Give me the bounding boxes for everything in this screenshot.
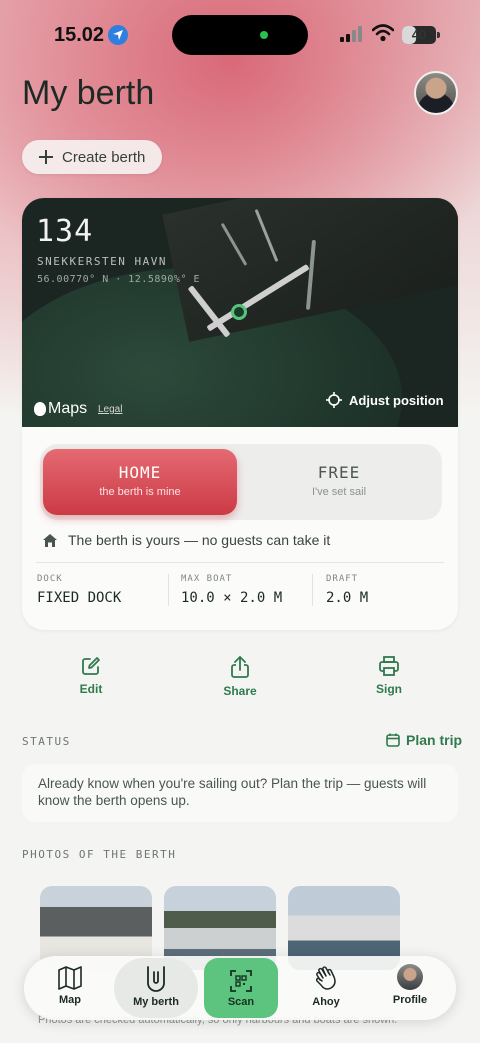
battery-level: 40 [411, 27, 427, 42]
crosshair-icon [326, 392, 342, 408]
map-icon [58, 966, 82, 990]
spec-max-boat-value: 10.0 × 2.0 M [181, 590, 283, 606]
maps-label: Maps [48, 400, 88, 417]
edit-label: Edit [79, 682, 103, 696]
spec-divider [168, 574, 169, 606]
location-arrow-icon [108, 25, 128, 45]
page-title: My berth [22, 74, 155, 112]
share-icon [231, 656, 249, 678]
berth-status-text: The berth is yours — no guests can take … [68, 532, 331, 548]
tab-map-label: Map [59, 994, 81, 1006]
status-info-box: Already know when you're sailing out? Pl… [22, 764, 458, 822]
plan-trip-button[interactable]: Plan trip [386, 732, 462, 748]
spec-draft-key: DRAFT [326, 574, 359, 584]
tab-bar: Map My berth Scan Ahoy Profile [24, 956, 456, 1020]
tab-my-berth-label: My berth [133, 996, 179, 1008]
berth-number: 134 [36, 214, 94, 249]
spec-divider [312, 574, 313, 606]
spec-draft: DRAFT 2.0 M [326, 574, 368, 606]
spec-draft-value: 2.0 M [326, 590, 369, 606]
edit-button[interactable]: Edit [31, 648, 151, 696]
cellular-signal-icon [340, 26, 362, 42]
adjust-position-button[interactable]: Adjust position [326, 392, 444, 408]
edit-icon [82, 657, 100, 675]
share-button[interactable]: Share [180, 648, 300, 698]
free-mode-button[interactable]: FREE I've set sail [240, 449, 438, 515]
user-avatar[interactable] [414, 71, 458, 115]
photos-section-label: PHOTOS OF THE BERTH [22, 848, 177, 861]
tab-map[interactable]: Map [30, 956, 110, 1020]
create-berth-label: Create berth [62, 148, 146, 166]
tab-scan[interactable]: Scan [204, 958, 278, 1018]
status-section-label: STATUS [22, 735, 71, 748]
spec-dock: DOCK FIXED DOCK [37, 574, 121, 606]
berth-status-line: The berth is yours — no guests can take … [42, 532, 330, 548]
apple-maps-logo: Maps [34, 400, 87, 418]
tab-ahoy-label: Ahoy [312, 996, 340, 1008]
qr-scan-icon [230, 970, 252, 992]
waving-hand-icon [315, 966, 336, 990]
spec-dock-value: FIXED DOCK [37, 590, 122, 606]
spec-max-boat: MAX BOAT 10.0 × 2.0 M [181, 574, 282, 606]
spec-max-boat-key: MAX BOAT [181, 574, 233, 584]
apple-logo-icon [34, 402, 46, 416]
share-label: Share [223, 684, 257, 698]
berth-map[interactable]: 134 SNEKKERSTEN HAVN 56.00770° N · 12.58… [22, 198, 458, 427]
plan-trip-label: Plan trip [406, 732, 463, 748]
tab-my-berth[interactable]: My berth [114, 956, 198, 1020]
profile-avatar [397, 964, 423, 990]
tab-profile[interactable]: Profile [370, 956, 450, 1020]
divider [36, 562, 444, 563]
printer-sign-icon [379, 656, 399, 676]
camera-indicator-dot [260, 31, 268, 39]
harbour-name: SNEKKERSTEN HAVN [37, 255, 167, 268]
home-mode-title: HOME [118, 463, 162, 482]
tab-ahoy[interactable]: Ahoy [286, 956, 366, 1020]
create-berth-button[interactable]: Create berth [22, 140, 162, 174]
berth-mode-toggle: HOME the berth is mine FREE I've set sai… [40, 444, 442, 520]
status-bar: 15.02 40 [0, 0, 480, 70]
house-icon [43, 533, 57, 547]
wifi-icon [372, 24, 394, 42]
status-info-text: Already know when you're sailing out? Pl… [38, 776, 427, 808]
berth-location-marker [231, 304, 247, 320]
berth-icon [147, 966, 165, 992]
tab-scan-label: Scan [227, 996, 255, 1008]
home-mode-button[interactable]: HOME the berth is mine [43, 449, 237, 515]
home-mode-subtitle: the berth is mine [99, 486, 181, 498]
maps-legal-link[interactable]: Legal [98, 404, 122, 415]
berth-card: 134 SNEKKERSTEN HAVN 56.00770° N · 12.58… [22, 198, 458, 630]
adjust-position-label: Adjust position [349, 392, 444, 408]
battery-tip [437, 32, 440, 38]
calendar-icon [386, 733, 400, 747]
spec-dock-key: DOCK [37, 574, 63, 584]
sign-button[interactable]: Sign [329, 648, 449, 696]
berth-actions: Edit Share Sign [22, 648, 458, 708]
free-mode-subtitle: I've set sail [311, 486, 367, 498]
status-time: 15.02 [54, 24, 105, 46]
tab-profile-label: Profile [392, 994, 428, 1006]
berth-coordinates: 56.00770° N · 12.5890%° E [37, 274, 201, 285]
plus-icon [38, 149, 54, 165]
free-mode-title: FREE [317, 463, 361, 482]
battery-indicator: 40 [402, 26, 436, 44]
sign-label: Sign [376, 682, 402, 696]
dynamic-island [172, 15, 308, 55]
